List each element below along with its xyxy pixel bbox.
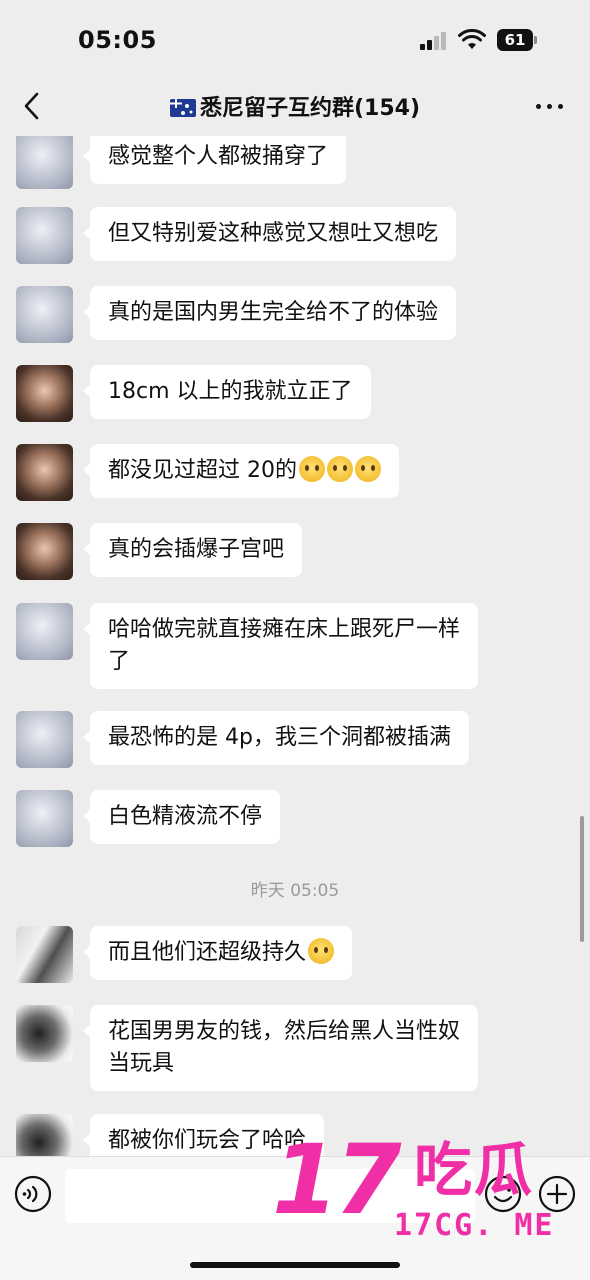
status-bar: 05:05 61 xyxy=(0,0,590,76)
message-bubble[interactable]: 哈哈做完就直接瘫在床上跟死尸一样 了 xyxy=(82,603,479,689)
message-bubble[interactable]: 真的是国内男生完全给不了的体验 xyxy=(82,286,457,340)
avatar[interactable] xyxy=(16,286,73,343)
message-bubble[interactable]: 感觉整个人都被捅穿了 xyxy=(82,136,347,184)
watermark-number: 17 xyxy=(272,1124,402,1236)
avatar[interactable] xyxy=(16,365,73,422)
australia-flag-icon xyxy=(169,99,196,117)
battery-level: 61 xyxy=(497,29,533,51)
pleading-face-emoji xyxy=(355,456,381,482)
avatar[interactable] xyxy=(16,1114,73,1156)
message-bubble[interactable]: 而且他们还超级持久 xyxy=(82,926,353,980)
watermark-logo: 17 吃瓜 17CG. ME xyxy=(272,1132,572,1252)
message-text: 而且他们还超级持久 xyxy=(108,940,307,965)
watermark-chinese: 吃瓜 xyxy=(414,1136,535,1204)
chat-title: 悉尼留子互约群(154) xyxy=(0,90,590,122)
chat-title-text: 悉尼留子互约群(154) xyxy=(199,96,421,121)
more-options-icon[interactable] xyxy=(534,94,566,118)
watermark-domain: 17CG. ME xyxy=(394,1208,555,1243)
message-text: 都没见过超过 20的 xyxy=(108,458,297,483)
voice-input-icon[interactable] xyxy=(14,1175,52,1213)
scrollbar[interactable] xyxy=(580,816,584,942)
avatar[interactable] xyxy=(16,711,73,768)
message-bubble[interactable]: 白色精液流不停 xyxy=(82,790,281,844)
time-divider: 昨天 05:05 xyxy=(250,881,340,901)
message-bubble[interactable]: 但又特别爱这种感觉又想吐又想吃 xyxy=(82,207,457,261)
home-indicator xyxy=(190,1262,400,1268)
chat-messages[interactable]: 感觉整个人都被捅穿了 但又特别爱这种感觉又想吐又想吃 真的是国内男生完全给不了的… xyxy=(0,136,590,1156)
wifi-icon xyxy=(458,29,486,49)
pleading-face-emoji xyxy=(327,456,353,482)
rofl-emoji xyxy=(308,938,335,964)
avatar[interactable] xyxy=(16,1005,73,1062)
avatar[interactable] xyxy=(16,926,73,983)
message-bubble[interactable]: 都没见过超过 20的 xyxy=(83,444,399,498)
avatar[interactable] xyxy=(16,207,73,264)
avatar[interactable] xyxy=(16,444,73,501)
message-bubble[interactable]: 真的会插爆子宫吧 xyxy=(82,523,303,577)
message-bubble[interactable]: 最恐怖的是 4p，我三个洞都被插满 xyxy=(83,711,469,765)
cellular-signal-icon xyxy=(420,32,450,50)
battery-icon: 61 xyxy=(497,29,539,51)
avatar[interactable] xyxy=(16,136,73,189)
pleading-face-emoji xyxy=(299,456,325,482)
avatar[interactable] xyxy=(16,603,73,660)
nav-bar: 悉尼留子互约群(154) xyxy=(0,76,590,136)
avatar[interactable] xyxy=(16,523,73,580)
avatar[interactable] xyxy=(16,790,73,847)
message-bubble[interactable]: 18cm 以上的我就立正了 xyxy=(83,365,371,419)
message-bubble[interactable]: 花国男男友的钱，然后给黑人当性奴 当玩具 xyxy=(82,1005,479,1091)
status-time: 05:05 xyxy=(78,26,157,54)
